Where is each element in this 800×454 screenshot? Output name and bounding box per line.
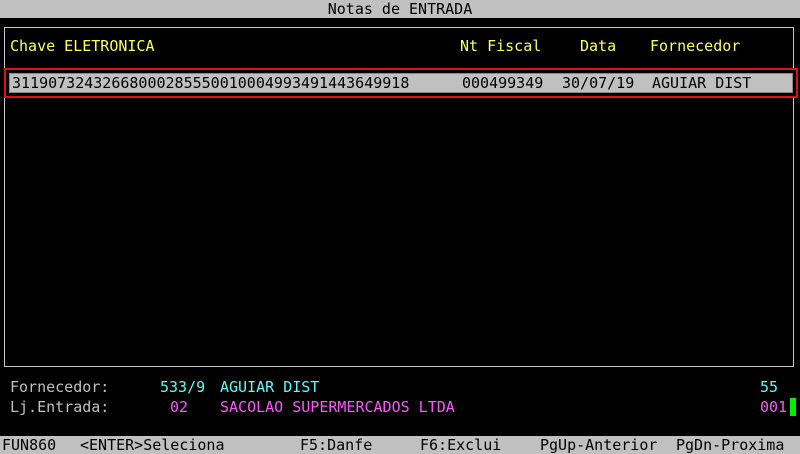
pgup-anterior-key[interactable]: PgUp-Anterior xyxy=(540,436,657,454)
column-header-data: Data xyxy=(580,37,617,55)
loja-name: SACOLAO SUPERMERCADOS LTDA xyxy=(220,398,455,416)
fornecedor-right-value: 55 xyxy=(760,378,779,396)
loja-right-value: 001 xyxy=(760,398,788,416)
row-nt-fiscal: 000499349 xyxy=(462,74,544,92)
title-bar: Notas de ENTRADA xyxy=(0,0,800,18)
fornecedor-name: AGUIAR DIST xyxy=(220,378,320,396)
column-header-chave: Chave ELETRONICA xyxy=(10,37,155,55)
window-title: Notas de ENTRADA xyxy=(327,0,473,18)
status-bar: FUN860 <ENTER>Seleciona F5:Danfe F6:Excl… xyxy=(0,436,800,454)
f5-danfe-key[interactable]: F5:Danfe xyxy=(300,436,372,454)
row-fornecedor: AGUIAR DIST xyxy=(652,74,752,92)
pgdn-proxima-key[interactable]: PgDn-Proxima xyxy=(676,436,784,454)
table-row[interactable]: 3119073243266800028555001000499349144364… xyxy=(4,68,798,98)
selected-row-highlight[interactable]: 3119073243266800028555001000499349144364… xyxy=(9,73,793,93)
row-data: 30/07/19 xyxy=(562,74,635,92)
row-chave: 3119073243266800028555001000499349144364… xyxy=(12,74,410,92)
f6-exclui-key[interactable]: F6:Exclui xyxy=(420,436,501,454)
fornecedor-code: 533/9 xyxy=(160,378,206,396)
enter-select-key[interactable]: <ENTER>Seleciona xyxy=(80,436,225,454)
column-header-fornecedor: Fornecedor xyxy=(650,37,741,55)
loja-code: 02 xyxy=(170,398,189,416)
fornecedor-label: Fornecedor: xyxy=(10,378,110,396)
column-header-nt-fiscal: Nt Fiscal xyxy=(460,37,542,55)
program-code: FUN860 xyxy=(2,436,57,454)
text-cursor xyxy=(790,398,796,416)
loja-label: Lj.Entrada: xyxy=(10,398,110,416)
